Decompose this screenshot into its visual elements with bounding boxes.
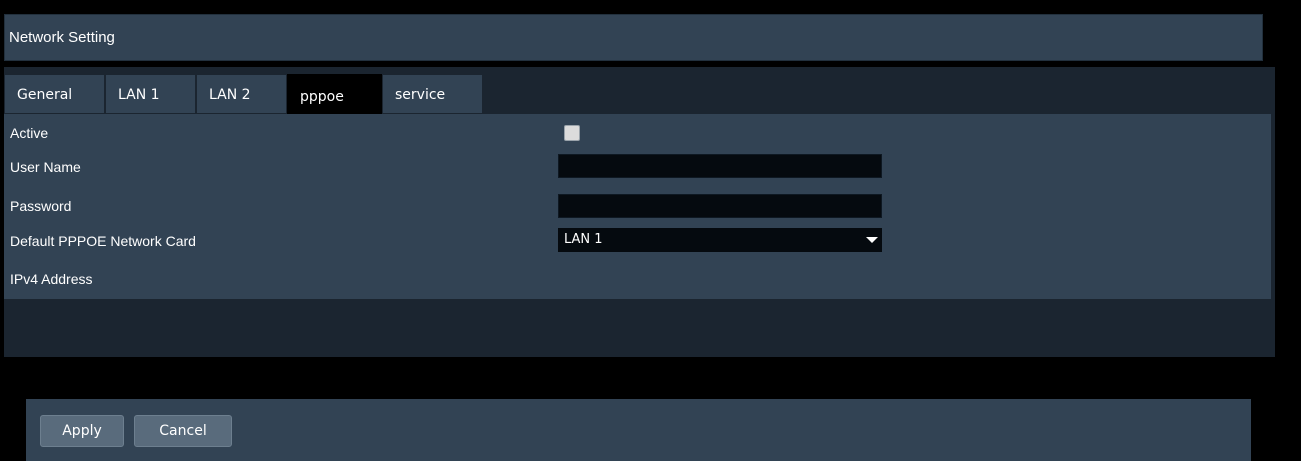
row-password: Password: [4, 188, 1271, 222]
tab-pppoe[interactable]: pppoe: [287, 74, 382, 114]
password-input[interactable]: [558, 194, 882, 218]
apply-button[interactable]: Apply: [40, 415, 124, 447]
active-checkbox[interactable]: [564, 125, 580, 141]
chevron-down-icon: [866, 237, 878, 243]
window-title-bar: Network Setting: [4, 14, 1263, 61]
row-ipv4: IPv4 Address: [4, 264, 1271, 298]
network-card-selected-value: LAN 1: [564, 232, 603, 247]
active-label: Active: [10, 125, 49, 141]
user-name-input[interactable]: [558, 154, 882, 178]
row-network-card: Default PPPOE Network Card LAN 1: [4, 226, 1271, 260]
user-name-label: User Name: [10, 159, 81, 175]
tab-lan-1[interactable]: LAN 1: [105, 74, 196, 114]
ipv4-label: IPv4 Address: [10, 271, 93, 287]
window-title: Network Setting: [9, 29, 115, 46]
pppoe-form: Active User Name Password Default PPPOE …: [4, 114, 1271, 299]
network-card-label: Default PPPOE Network Card: [10, 233, 196, 249]
tab-lan-2[interactable]: LAN 2: [196, 74, 287, 114]
tab-general[interactable]: General: [4, 74, 105, 114]
tab-strip: General LAN 1 LAN 2 pppoe service: [4, 74, 483, 114]
row-active: Active: [4, 116, 1271, 150]
row-user-name: User Name: [4, 148, 1271, 182]
tab-area: General LAN 1 LAN 2 pppoe service Active…: [4, 67, 1275, 357]
tab-service[interactable]: service: [382, 74, 483, 114]
password-label: Password: [10, 198, 72, 214]
network-card-select[interactable]: LAN 1: [558, 228, 882, 252]
cancel-button[interactable]: Cancel: [134, 415, 232, 447]
action-bar: Apply Cancel: [26, 399, 1251, 461]
